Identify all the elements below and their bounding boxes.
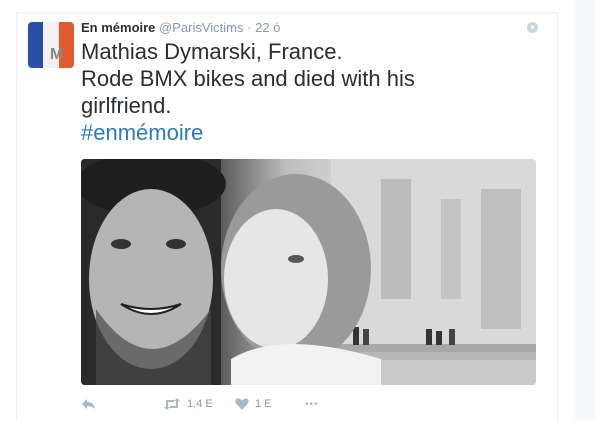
display-name[interactable]: En mémoire	[81, 20, 155, 35]
tweet-timestamp[interactable]: 22 ó	[255, 20, 280, 35]
separator-dot: ·	[247, 20, 252, 35]
heart-icon	[235, 398, 249, 410]
tweet-text-line: Mathias Dymarski, France.	[81, 39, 343, 64]
hashtag-link[interactable]: #enmémoire	[81, 119, 521, 146]
tweet-text-line: Rode BMX bikes and died with his	[81, 66, 415, 91]
tweet-menu-caret-icon[interactable]: ▾	[527, 22, 538, 33]
avatar[interactable]: M	[28, 22, 74, 68]
avatar-letter: M	[50, 46, 64, 63]
reply-icon	[82, 399, 95, 409]
tweet-photo[interactable]	[81, 159, 536, 385]
retweet-button[interactable]: 1,4 E	[163, 398, 235, 410]
tweet-text: Mathias Dymarski, France. Rode BMX bikes…	[81, 38, 521, 146]
tweet-actions: 1,4 E 1 E •••	[81, 396, 319, 412]
retweet-icon	[164, 398, 180, 410]
flag-blue-stripe	[28, 22, 44, 68]
more-dots-icon: •••	[305, 398, 319, 410]
tweet-text-line: girlfriend.	[81, 93, 172, 118]
reply-button[interactable]	[81, 398, 163, 410]
more-button[interactable]: •••	[305, 399, 319, 410]
selfie-photo-image	[81, 159, 536, 385]
like-button[interactable]: 1 E	[235, 398, 305, 410]
like-count: 1 E	[255, 398, 272, 410]
tweet-header: En mémoire @ParisVictims · 22 ó	[81, 20, 280, 35]
page-background-strip	[575, 0, 595, 420]
user-handle[interactable]: @ParisVictims	[159, 20, 243, 35]
retweet-count: 1,4 E	[187, 398, 213, 410]
